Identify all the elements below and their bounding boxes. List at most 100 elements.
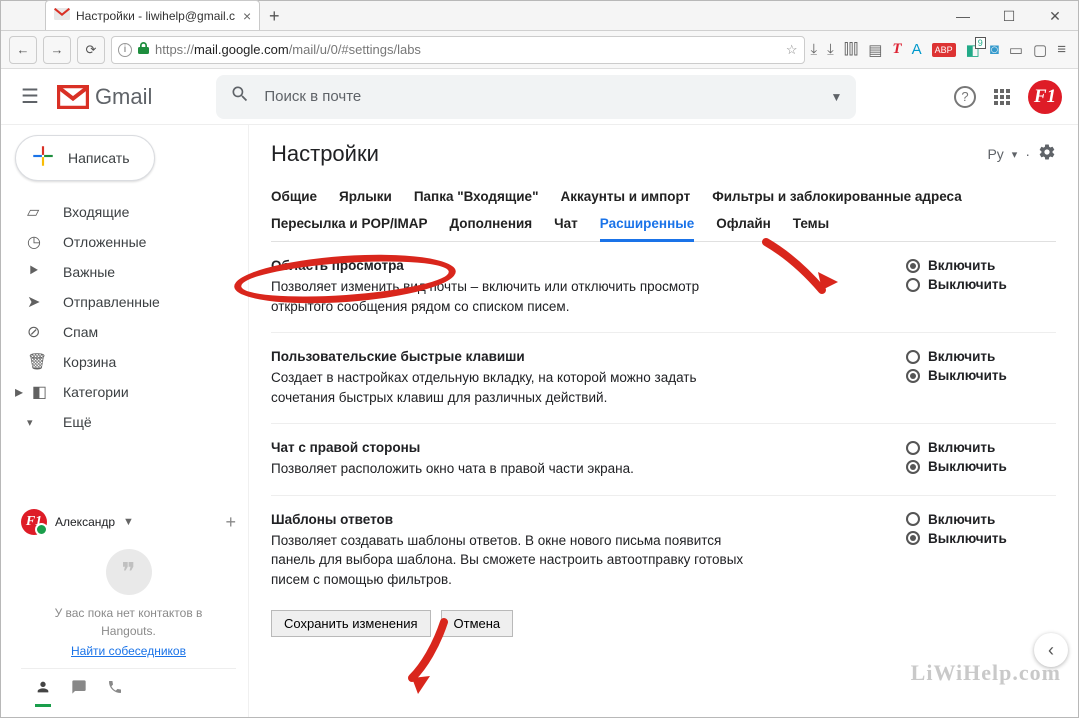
sidebar-item-important[interactable]: ⯈ Важные bbox=[9, 257, 248, 287]
radio-icon bbox=[906, 512, 920, 526]
download-icon[interactable]: ⤓ bbox=[811, 41, 818, 58]
tab-general[interactable]: Общие bbox=[271, 189, 317, 204]
browser-menu-icon[interactable]: ≡ bbox=[1057, 41, 1066, 58]
hangouts-dropdown-icon[interactable]: ▼ bbox=[123, 516, 134, 528]
nav-forward-button[interactable]: → bbox=[43, 36, 71, 64]
setting-desc: Создает в настройках отдельную вкладку, … bbox=[271, 368, 746, 407]
cancel-button[interactable]: Отмена bbox=[441, 610, 514, 637]
radio-enable[interactable]: Включить bbox=[906, 440, 1056, 455]
download-icon-2[interactable]: ⤓ bbox=[827, 41, 834, 58]
a-extension-icon[interactable]: А bbox=[912, 41, 922, 58]
camera-extension-icon[interactable]: ◙ bbox=[990, 41, 999, 58]
reader-icon[interactable]: ▤ bbox=[868, 41, 882, 59]
radio-icon bbox=[906, 369, 920, 383]
gmail-favicon bbox=[54, 8, 70, 24]
radio-enable[interactable]: Включить bbox=[906, 512, 1056, 527]
nav-reload-button[interactable]: ⟳ bbox=[77, 36, 105, 64]
sidebar-item-inbox[interactable]: ▱ Входящие bbox=[9, 197, 248, 227]
sidebar-item-trash[interactable]: 🗑 Корзина bbox=[9, 347, 248, 377]
setting-desc: Позволяет изменить вид почты – включить … bbox=[271, 277, 746, 316]
tab-close-icon[interactable]: × bbox=[243, 8, 251, 24]
categories-icon: ▸ ◧ bbox=[15, 382, 35, 402]
hangouts-find-link[interactable]: Найти собеседников bbox=[21, 644, 236, 658]
t-extension-icon[interactable]: T bbox=[892, 41, 901, 58]
setting-row: Область просмотра Позволяет изменить вид… bbox=[271, 242, 1056, 333]
hangouts-calls-tab[interactable] bbox=[107, 679, 123, 707]
gmail-logo-icon bbox=[57, 85, 89, 109]
main-menu-button[interactable]: ☰ bbox=[17, 80, 43, 113]
apps-grid-icon[interactable] bbox=[994, 89, 1010, 105]
important-icon: ⯈ bbox=[27, 263, 47, 281]
tab-forwarding[interactable]: Пересылка и POP/IMAP bbox=[271, 216, 427, 241]
hangouts-avatar[interactable]: F1 bbox=[21, 509, 47, 535]
radio-enable[interactable]: Включить bbox=[906, 349, 1056, 364]
tab-offline[interactable]: Офлайн bbox=[716, 216, 771, 241]
setting-desc: Позволяет создавать шаблоны ответов. В о… bbox=[271, 531, 746, 590]
save-button[interactable]: Сохранить изменения bbox=[271, 610, 431, 637]
hangouts-new-chat-button[interactable]: + bbox=[225, 512, 236, 533]
new-tab-button[interactable]: + bbox=[260, 2, 288, 30]
settings-tabs-row1: Общие Ярлыки Папка "Входящие" Аккаунты и… bbox=[271, 189, 1056, 204]
sidebar-item-more[interactable]: ▾ Ещё bbox=[9, 407, 248, 437]
compose-button[interactable]: Написать bbox=[15, 135, 155, 181]
tab-chat[interactable]: Чат bbox=[554, 216, 578, 241]
hangouts-chats-tab[interactable] bbox=[71, 679, 87, 707]
setting-desc: Позволяет расположить окно чата в правой… bbox=[271, 459, 746, 479]
puzzle-extension-icon[interactable]: ◧ bbox=[966, 41, 980, 59]
radio-disable[interactable]: Выключить bbox=[906, 277, 1056, 292]
sidebar-item-categories[interactable]: ▸ ◧ Категории bbox=[9, 377, 248, 407]
tab-accounts[interactable]: Аккаунты и импорт bbox=[560, 189, 690, 204]
sidebar-item-snoozed[interactable]: ◷ Отложенные bbox=[9, 227, 248, 257]
sidebar-item-spam[interactable]: ⊘ Спам bbox=[9, 317, 248, 347]
gear-icon[interactable] bbox=[1038, 143, 1056, 166]
search-icon bbox=[230, 84, 250, 109]
tab-advanced[interactable]: Расширенные bbox=[600, 216, 695, 242]
gmail-logo-text: Gmail bbox=[95, 84, 152, 110]
tab-filters[interactable]: Фильтры и заблокированные адреса bbox=[712, 189, 962, 204]
site-info-icon[interactable]: i bbox=[118, 43, 132, 57]
tab-addons[interactable]: Дополнения bbox=[449, 216, 532, 241]
account-avatar[interactable]: F1 bbox=[1028, 80, 1062, 114]
search-input[interactable]: Поиск в почте bbox=[264, 88, 816, 105]
radio-icon bbox=[906, 441, 920, 455]
radio-icon bbox=[906, 278, 920, 292]
sidebar-item-sent[interactable]: ➤ Отправленные bbox=[9, 287, 248, 317]
help-icon[interactable]: ? bbox=[954, 86, 976, 108]
library-icon[interactable]: ⫿⫿⫿ bbox=[844, 41, 858, 58]
browser-toolbar-extensions: ⤓ ⤓ ⫿⫿⫿ ▤ T А ABP ◧ ◙ ▭ ▢ ≡ bbox=[811, 41, 1070, 59]
language-caret-icon[interactable]: ▾ bbox=[1012, 148, 1018, 161]
setting-row: Шаблоны ответов Позволяет создавать шабл… bbox=[271, 496, 1056, 606]
radio-disable[interactable]: Выключить bbox=[906, 368, 1056, 383]
hangouts-footer bbox=[21, 668, 236, 711]
setting-row: Чат с правой стороны Позволяет расположи… bbox=[271, 424, 1056, 496]
radio-disable[interactable]: Выключить bbox=[906, 459, 1056, 474]
search-options-dropdown[interactable]: ▼ bbox=[831, 90, 843, 104]
nav-back-button[interactable]: ← bbox=[9, 36, 37, 64]
search-box[interactable]: Поиск в почте ▼ bbox=[216, 75, 856, 119]
clip-extension-icon[interactable]: ▢ bbox=[1033, 41, 1047, 59]
window-minimize-button[interactable]: — bbox=[940, 1, 986, 31]
setting-title: Чат с правой стороны bbox=[271, 440, 746, 455]
bookmark-star-icon[interactable]: ☆ bbox=[786, 42, 798, 58]
gmail-logo[interactable]: Gmail bbox=[57, 84, 152, 110]
window-close-button[interactable]: ✕ bbox=[1032, 1, 1078, 31]
tab-labels[interactable]: Ярлыки bbox=[339, 189, 392, 204]
radio-icon bbox=[906, 531, 920, 545]
hangouts-empty-message: У вас пока нет контактов в Hangouts. bbox=[21, 605, 236, 640]
tab-inbox[interactable]: Папка "Входящие" bbox=[414, 189, 539, 204]
radio-disable[interactable]: Выключить bbox=[906, 531, 1056, 546]
browser-tab-title: Настройки - liwihelp@gmail.c bbox=[76, 9, 235, 23]
browser-tab[interactable]: Настройки - liwihelp@gmail.c × bbox=[45, 0, 260, 30]
window-maximize-button[interactable]: ☐ bbox=[986, 1, 1032, 31]
tab-themes[interactable]: Темы bbox=[793, 216, 829, 241]
language-label[interactable]: Ру bbox=[987, 146, 1003, 162]
setting-row: Пользовательские быстрые клавиши Создает… bbox=[271, 333, 1056, 424]
compose-label: Написать bbox=[68, 150, 129, 166]
abp-extension-icon[interactable]: ABP bbox=[932, 43, 956, 57]
doc-extension-icon[interactable]: ▭ bbox=[1009, 41, 1023, 59]
settings-tabs-row2: Пересылка и POP/IMAP Дополнения Чат Расш… bbox=[271, 216, 1056, 242]
url-bar[interactable]: i https://mail.google.com/mail/u/0/#sett… bbox=[111, 36, 805, 64]
hangouts-contacts-tab[interactable] bbox=[35, 679, 51, 707]
hangouts-quote-icon: ❞ bbox=[106, 549, 152, 595]
radio-enable[interactable]: Включить bbox=[906, 258, 1056, 273]
